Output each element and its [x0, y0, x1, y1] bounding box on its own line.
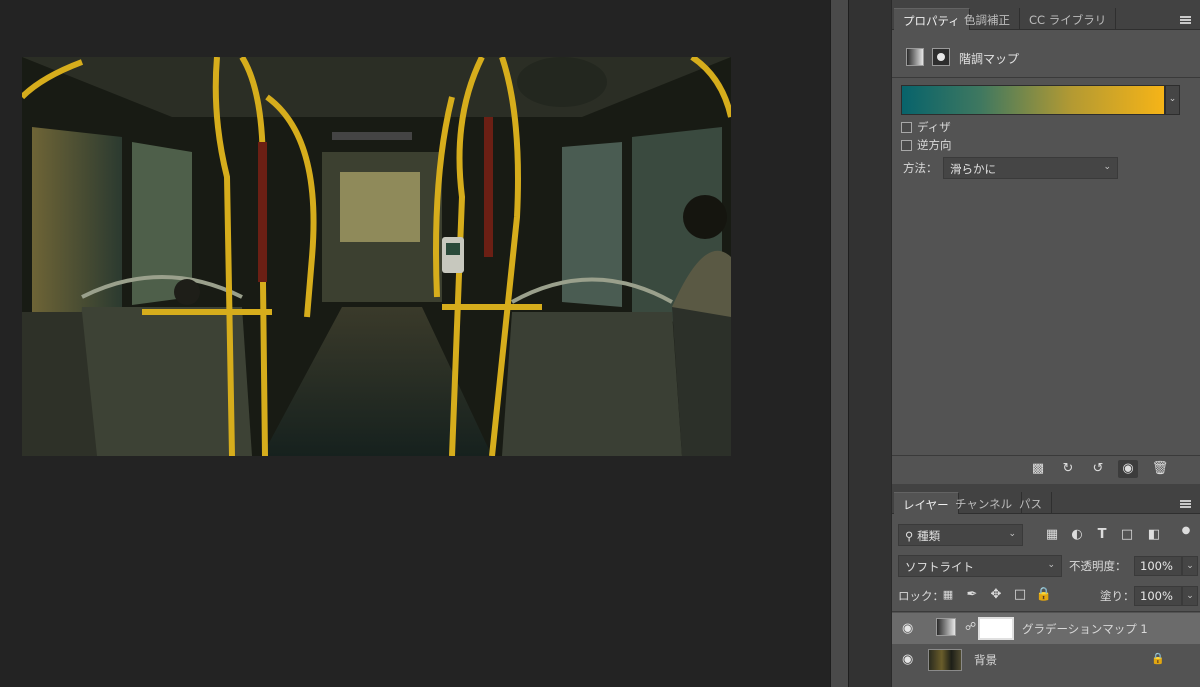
- chevron-down-icon: ⌄: [1047, 560, 1055, 570]
- link-chain-icon[interactable]: ☍: [965, 620, 976, 633]
- layer-row-gradient-map[interactable]: ◉ ☍ グラデーションマップ 1: [892, 613, 1200, 644]
- adjustment-filter-icon[interactable]: ◐: [1067, 526, 1087, 544]
- smart-object-filter-icon[interactable]: ◧: [1144, 526, 1164, 544]
- properties-tabbar: プロパティ 色調補正 CC ライブラリ: [892, 0, 1200, 30]
- blend-mode-dropdown[interactable]: ソフトライト ⌄: [898, 555, 1062, 577]
- reverse-label: 逆方向: [917, 138, 952, 152]
- lock-artboard-icon[interactable]: □: [1010, 586, 1030, 604]
- photo-illustration: [22, 57, 731, 456]
- fill-chevron-icon[interactable]: ⌄: [1182, 586, 1198, 606]
- layers-list-divider: [892, 611, 1200, 612]
- clip-to-layer-icon[interactable]: ▩: [1028, 460, 1048, 478]
- opacity-input[interactable]: 100%: [1134, 556, 1182, 576]
- tab-cc-libraries[interactable]: CC ライブラリ: [1020, 8, 1117, 30]
- filter-toggle-icon[interactable]: ●: [1176, 522, 1196, 540]
- canvas-scrollbar[interactable]: [830, 0, 848, 687]
- eye-icon[interactable]: ◉: [902, 652, 913, 667]
- layer-name[interactable]: グラデーションマップ 1: [1022, 621, 1148, 637]
- chevron-down-icon: ⌄: [1008, 529, 1016, 539]
- layer-name[interactable]: 背景: [974, 652, 997, 668]
- lock-pixels-brush-icon[interactable]: ✒: [962, 586, 982, 604]
- eye-icon[interactable]: ◉: [902, 621, 913, 636]
- search-icon: ⚲: [905, 529, 914, 543]
- blend-mode-value: ソフトライト: [905, 560, 974, 574]
- gradient-map-icon[interactable]: [906, 48, 924, 66]
- fill-label: 塗り：: [1100, 589, 1135, 603]
- opacity-chevron-icon[interactable]: ⌄: [1182, 556, 1198, 576]
- gradient-picker-chevron-icon[interactable]: ⌄: [1165, 85, 1180, 115]
- layers-tabbar: レイヤー チャンネル パス: [892, 484, 1200, 514]
- lock-transparency-icon[interactable]: ▦: [938, 586, 958, 604]
- lock-all-icon[interactable]: 🔒: [1034, 586, 1054, 604]
- gradient-preview[interactable]: [901, 85, 1165, 115]
- dither-label: ディザ: [917, 120, 951, 134]
- method-label: 方法：: [903, 161, 938, 175]
- method-value: 滑らかに: [950, 162, 996, 176]
- chevron-down-icon: ⌄: [1103, 162, 1111, 172]
- reset-icon[interactable]: ↺: [1088, 460, 1108, 478]
- mask-icon[interactable]: [932, 48, 950, 66]
- dither-checkbox[interactable]: [901, 122, 912, 133]
- tab-paths[interactable]: パス: [1010, 492, 1052, 514]
- shape-filter-icon[interactable]: □: [1117, 526, 1137, 544]
- header-divider: [892, 77, 1200, 78]
- reverse-checkbox[interactable]: [901, 140, 912, 151]
- view-previous-state-icon[interactable]: ↻: [1058, 460, 1078, 478]
- properties-menu-icon[interactable]: [1180, 16, 1191, 24]
- adjustment-title: 階調マップ: [959, 52, 1020, 66]
- lock-position-icon[interactable]: ✥: [986, 586, 1006, 604]
- document-canvas[interactable]: [0, 0, 830, 687]
- tab-adjustments[interactable]: 色調補正: [955, 8, 1020, 30]
- type-filter-icon[interactable]: T: [1092, 526, 1112, 544]
- visibility-icon[interactable]: ◉: [1118, 460, 1138, 478]
- layer-row-background[interactable]: ◉ 背景 🔒: [892, 644, 1200, 675]
- gradient-map-thumbnail-icon: [936, 618, 956, 636]
- opacity-label: 不透明度：: [1069, 559, 1127, 573]
- lock-icon: 🔒: [1151, 652, 1165, 665]
- background-layer-thumbnail: [928, 649, 962, 671]
- filter-value: 種類: [917, 529, 941, 543]
- right-panel: プロパティ 色調補正 CC ライブラリ 階調マップ ⌄ ディザ 逆方向 方法： …: [891, 0, 1200, 687]
- panel-dock-gap: [848, 0, 891, 687]
- properties-footer-divider: [892, 455, 1200, 456]
- method-dropdown[interactable]: 滑らかに ⌄: [943, 157, 1118, 179]
- trash-icon[interactable]: 🗑: [1150, 460, 1170, 478]
- fill-input[interactable]: 100%: [1134, 586, 1182, 606]
- bus-interior-photo[interactable]: [22, 57, 731, 456]
- image-filter-icon[interactable]: ▦: [1042, 526, 1062, 544]
- layer-filter-dropdown[interactable]: ⚲ 種類 ⌄: [898, 524, 1023, 546]
- layers-menu-icon[interactable]: [1180, 500, 1191, 508]
- layer-mask-thumbnail[interactable]: [978, 617, 1014, 640]
